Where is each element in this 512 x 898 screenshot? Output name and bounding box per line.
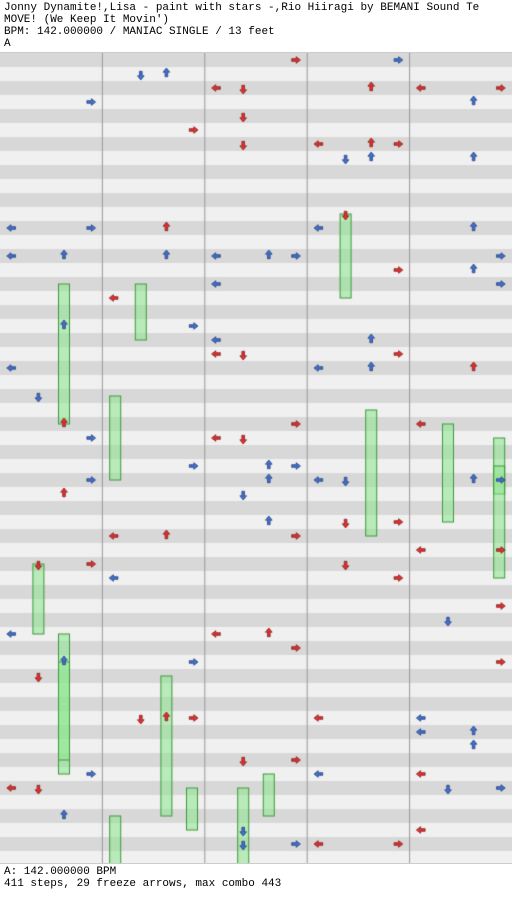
subtitle: MOVE! (We Keep It Movin') <box>4 14 508 26</box>
title-bar: Jonny Dynamite!,Lisa - paint with stars … <box>4 2 508 14</box>
stats: 411 steps, 29 freeze arrows, max combo 4… <box>4 878 508 890</box>
header: Jonny Dynamite!,Lisa - paint with stars … <box>0 0 512 53</box>
footer: A: 142.000000 BPM 411 steps, 29 freeze a… <box>0 863 512 892</box>
left-label: A <box>4 38 508 50</box>
bpm-note: A: 142.000000 BPM <box>4 866 508 878</box>
bpm-line: BPM: 142.000000 / MANIAC SINGLE / 13 fee… <box>4 26 508 38</box>
chart-canvas <box>0 53 512 863</box>
